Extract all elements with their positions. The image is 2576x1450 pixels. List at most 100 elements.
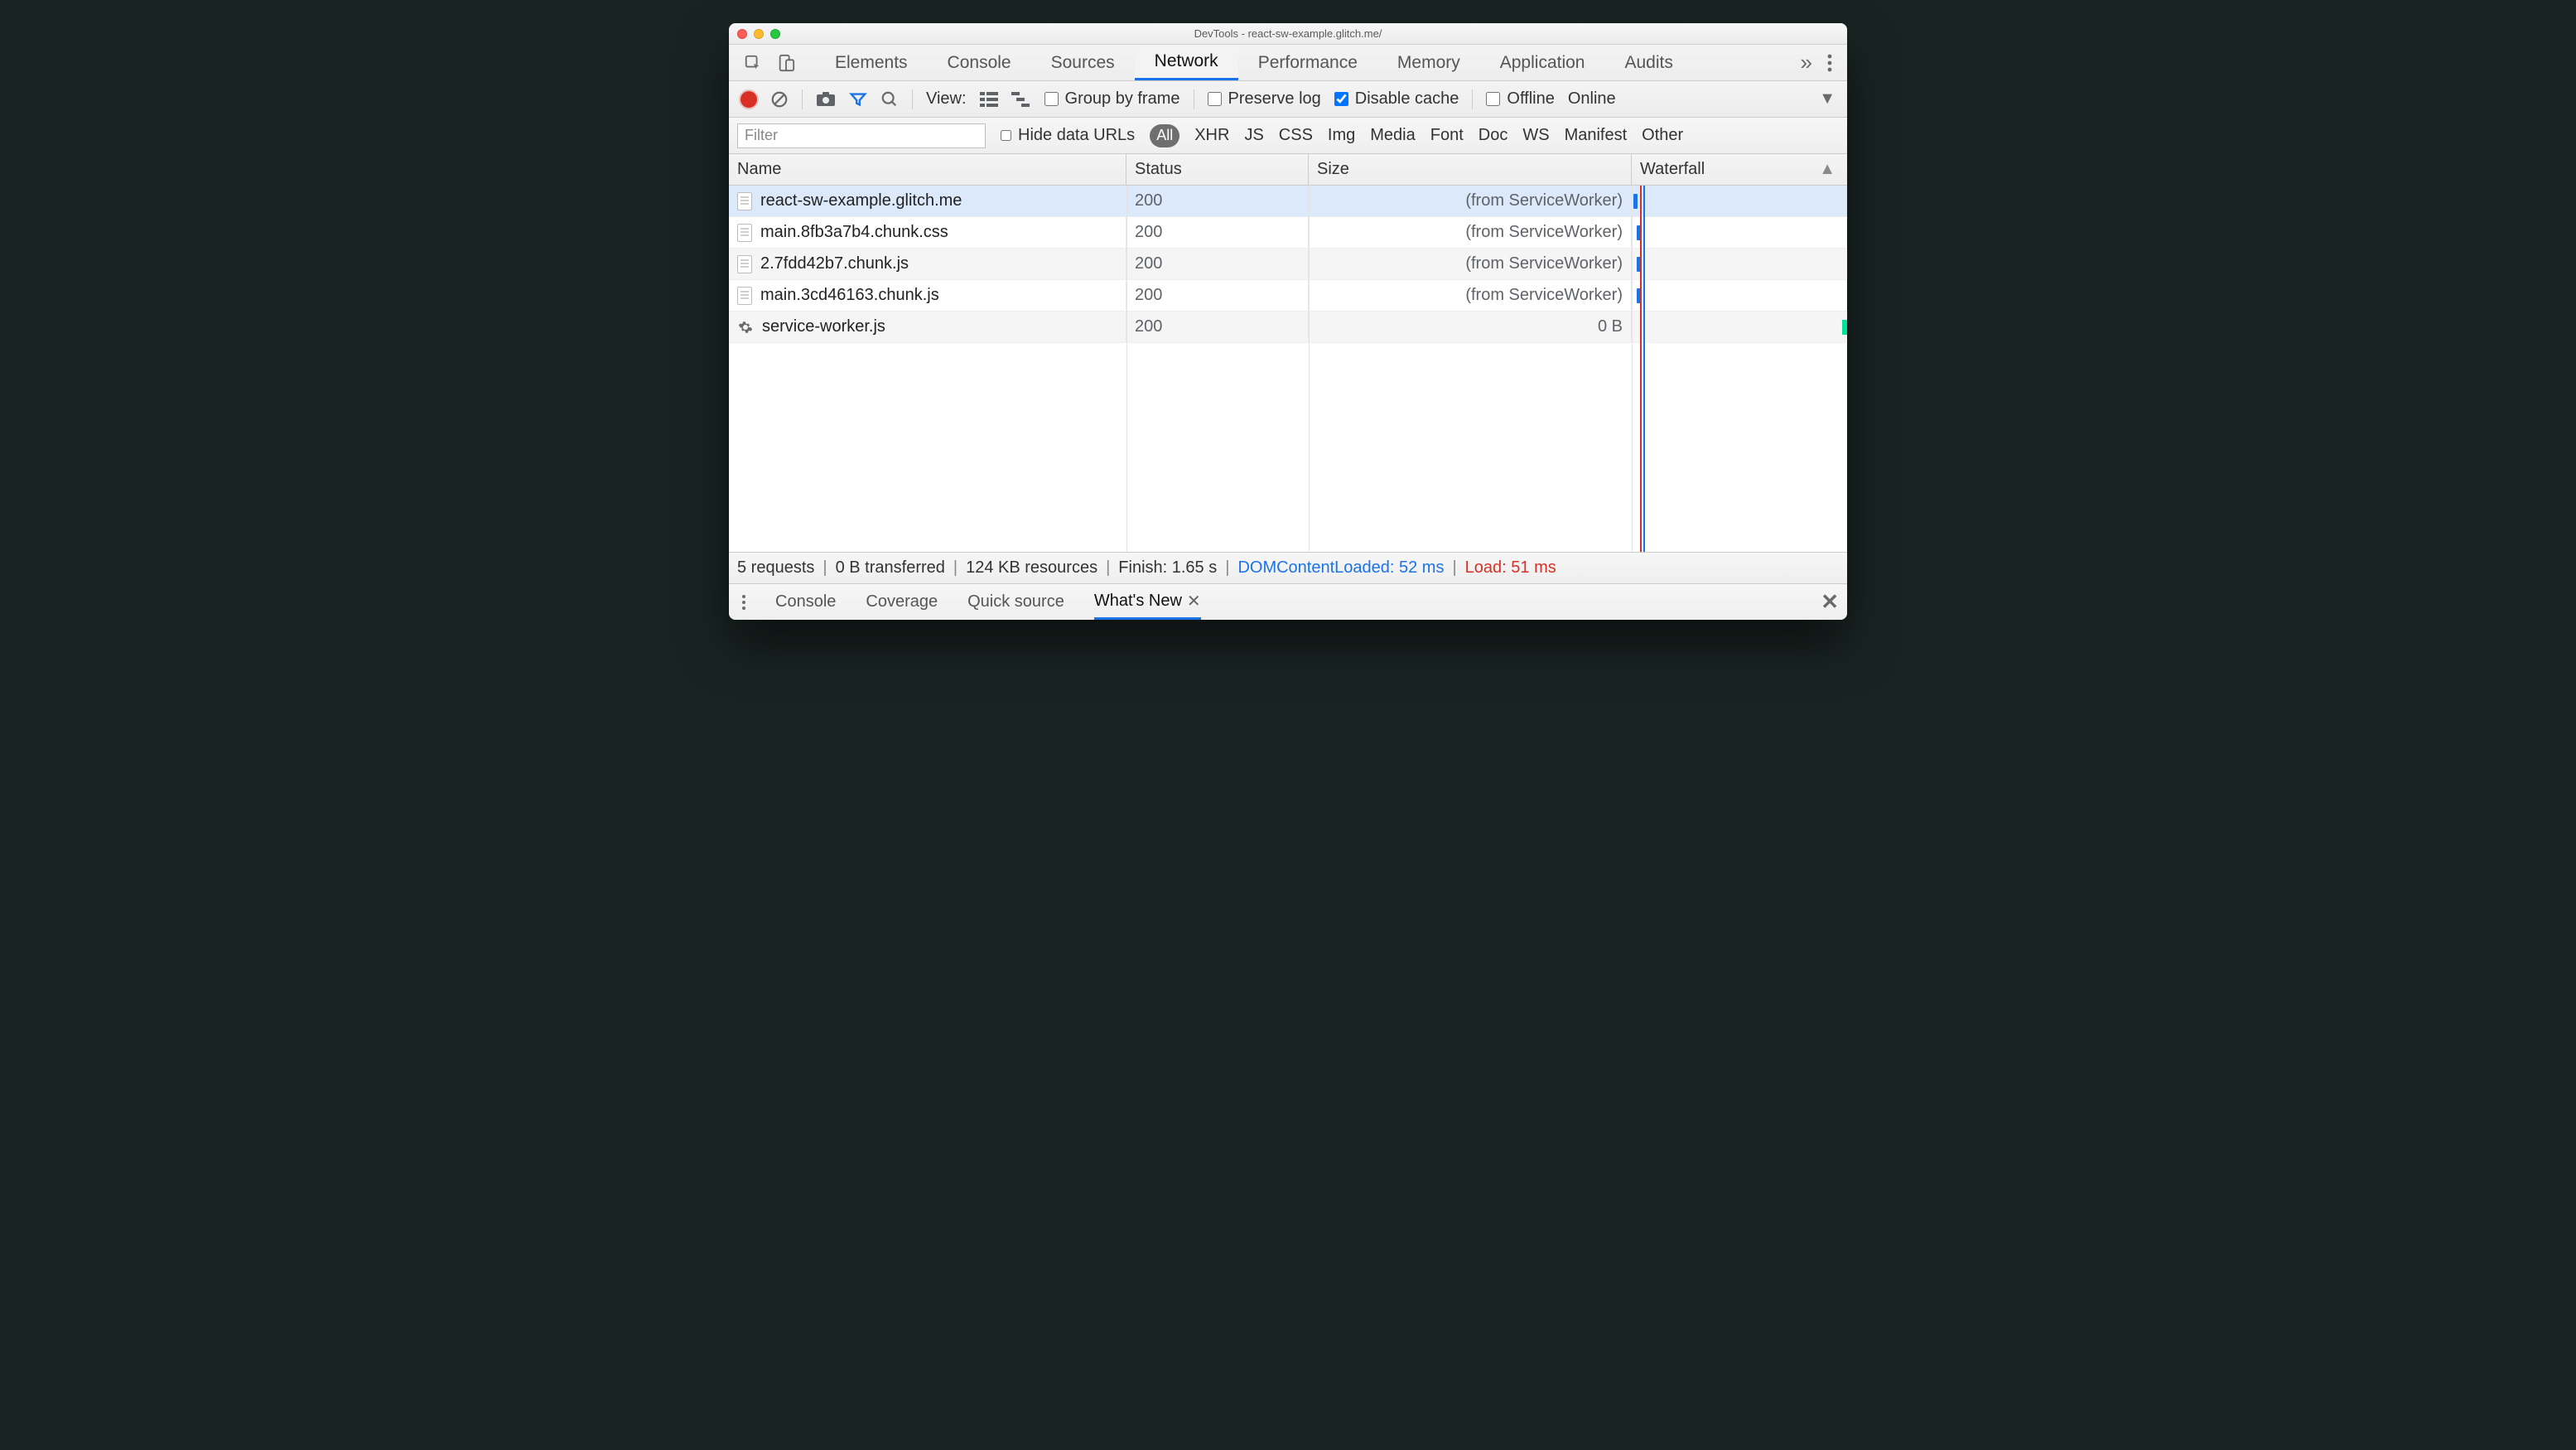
- preserve-log-label: Preserve log: [1228, 89, 1321, 109]
- main-tab-performance[interactable]: Performance: [1238, 45, 1377, 80]
- status-bar: 5 requests| 0 B transferred| 124 KB reso…: [729, 552, 1847, 583]
- network-toolbar: View: Group by frame Preserve log Disabl…: [729, 81, 1847, 118]
- request-status: 200: [1126, 280, 1309, 311]
- request-name: service-worker.js: [762, 317, 885, 336]
- request-waterfall: [1632, 280, 1847, 311]
- main-tab-memory[interactable]: Memory: [1377, 45, 1480, 80]
- filter-type-ws[interactable]: WS: [1522, 126, 1549, 145]
- request-waterfall: [1632, 217, 1847, 248]
- request-name: 2.7fdd42b7.chunk.js: [760, 254, 909, 273]
- filter-type-xhr[interactable]: XHR: [1194, 126, 1229, 145]
- col-header-size[interactable]: Size: [1309, 154, 1632, 185]
- drawer-tab-coverage[interactable]: Coverage: [866, 584, 938, 620]
- devtools-window: DevTools - react-sw-example.glitch.me/ E…: [729, 23, 1847, 620]
- throttling-chevron-down-icon[interactable]: ▼: [1819, 89, 1836, 109]
- filter-input[interactable]: [737, 123, 986, 148]
- drawer-tab-quick-source[interactable]: Quick source: [967, 584, 1064, 620]
- hide-data-urls-checkbox[interactable]: Hide data URLs: [1001, 126, 1135, 145]
- file-icon: [737, 255, 752, 273]
- request-status: 200: [1126, 217, 1309, 248]
- request-size: (from ServiceWorker): [1309, 249, 1632, 279]
- main-tab-audits[interactable]: Audits: [1604, 45, 1692, 80]
- throttling-select[interactable]: Online: [1568, 89, 1616, 109]
- filter-type-font[interactable]: Font: [1430, 126, 1464, 145]
- filter-type-all[interactable]: All: [1150, 124, 1179, 147]
- request-status: 200: [1126, 249, 1309, 279]
- table-row[interactable]: service-worker.js 2000 B: [729, 312, 1847, 343]
- filter-type-other[interactable]: Other: [1642, 126, 1683, 145]
- status-resources: 124 KB resources: [966, 558, 1097, 578]
- file-icon: [737, 192, 752, 210]
- request-size: (from ServiceWorker): [1309, 217, 1632, 248]
- file-icon: [737, 287, 752, 305]
- request-size: (from ServiceWorker): [1309, 186, 1632, 216]
- request-name: main.3cd46163.chunk.js: [760, 286, 939, 305]
- disable-cache-checkbox[interactable]: Disable cache: [1334, 89, 1459, 109]
- disable-cache-label: Disable cache: [1355, 89, 1459, 109]
- col-header-waterfall[interactable]: Waterfall ▲: [1632, 154, 1847, 185]
- request-waterfall: [1632, 249, 1847, 279]
- drawer-tab-console[interactable]: Console: [775, 584, 836, 620]
- status-finish: Finish: 1.65 s: [1118, 558, 1217, 578]
- filter-type-js[interactable]: JS: [1244, 126, 1263, 145]
- drawer-menu-icon[interactable]: [737, 595, 750, 610]
- main-tab-console[interactable]: Console: [928, 45, 1031, 80]
- main-tab-sources[interactable]: Sources: [1031, 45, 1135, 80]
- clear-icon[interactable]: [770, 90, 789, 109]
- filter-toggle-icon[interactable]: [849, 90, 867, 109]
- window-title: DevTools - react-sw-example.glitch.me/: [729, 27, 1847, 40]
- more-tabs-icon[interactable]: »: [1801, 50, 1812, 75]
- status-load: Load: 51 ms: [1465, 558, 1556, 578]
- col-header-status[interactable]: Status: [1126, 154, 1309, 185]
- drawer: Console Coverage Quick source What's New✕ ✕: [729, 583, 1847, 620]
- table-row[interactable]: main.8fb3a7b4.chunk.css200(from ServiceW…: [729, 217, 1847, 249]
- file-icon: [737, 224, 752, 242]
- filter-type-media[interactable]: Media: [1370, 126, 1415, 145]
- request-name: react-sw-example.glitch.me: [760, 191, 962, 210]
- device-toolbar-icon[interactable]: [777, 54, 795, 72]
- inspect-element-icon[interactable]: [744, 54, 762, 72]
- request-size: 0 B: [1309, 312, 1632, 342]
- requests-table: Name Status Size Waterfall ▲ react-sw-ex…: [729, 154, 1847, 552]
- table-row[interactable]: 2.7fdd42b7.chunk.js 200(from ServiceWorke…: [729, 249, 1847, 280]
- table-row[interactable]: main.3cd46163.chunk.js 200(from ServiceWo…: [729, 280, 1847, 312]
- status-transferred: 0 B transferred: [836, 558, 945, 578]
- main-tab-network[interactable]: Network: [1135, 45, 1238, 80]
- filter-type-manifest[interactable]: Manifest: [1565, 126, 1628, 145]
- drawer-tab-what-s-new[interactable]: What's New✕: [1094, 584, 1201, 620]
- close-tab-icon[interactable]: ✕: [1187, 591, 1201, 611]
- filter-bar: Hide data URLs All XHR JS CSS Img Media Font Do…: [729, 118, 1847, 154]
- table-row[interactable]: react-sw-example.glitch.me 200(from Servi…: [729, 186, 1847, 217]
- record-button[interactable]: [740, 91, 757, 108]
- hide-data-urls-label: Hide data URLs: [1018, 126, 1135, 145]
- preserve-log-checkbox[interactable]: Preserve log: [1208, 89, 1321, 109]
- main-tabstrip: ElementsConsoleSourcesNetworkPerformance…: [729, 45, 1847, 81]
- col-header-name[interactable]: Name: [729, 154, 1126, 185]
- offline-label: Offline: [1507, 89, 1554, 109]
- filter-type-doc[interactable]: Doc: [1479, 126, 1508, 145]
- status-requests: 5 requests: [737, 558, 814, 578]
- search-icon[interactable]: [880, 90, 899, 109]
- titlebar: DevTools - react-sw-example.glitch.me/: [729, 23, 1847, 45]
- group-by-frame-label: Group by frame: [1065, 89, 1180, 109]
- close-drawer-button[interactable]: ✕: [1821, 589, 1839, 615]
- request-waterfall: [1632, 186, 1847, 216]
- offline-checkbox[interactable]: Offline: [1486, 89, 1554, 109]
- filter-type-img[interactable]: Img: [1328, 126, 1355, 145]
- request-status: 200: [1126, 186, 1309, 216]
- request-status: 200: [1126, 312, 1309, 342]
- group-by-frame-checkbox[interactable]: Group by frame: [1044, 89, 1180, 109]
- request-waterfall: [1632, 312, 1847, 342]
- capture-screenshot-icon[interactable]: [816, 92, 836, 107]
- kebab-menu-icon[interactable]: [1827, 54, 1832, 72]
- sort-asc-icon: ▲: [1819, 160, 1836, 179]
- gear-icon: [737, 319, 754, 336]
- main-tab-elements[interactable]: Elements: [815, 45, 928, 80]
- large-rows-icon[interactable]: [980, 92, 998, 107]
- waterfall-view-icon[interactable]: [1011, 92, 1031, 107]
- status-dcl: DOMContentLoaded: 52 ms: [1237, 558, 1444, 578]
- main-tab-application[interactable]: Application: [1480, 45, 1605, 80]
- filter-type-css[interactable]: CSS: [1279, 126, 1313, 145]
- request-size: (from ServiceWorker): [1309, 280, 1632, 311]
- view-label: View:: [926, 89, 967, 109]
